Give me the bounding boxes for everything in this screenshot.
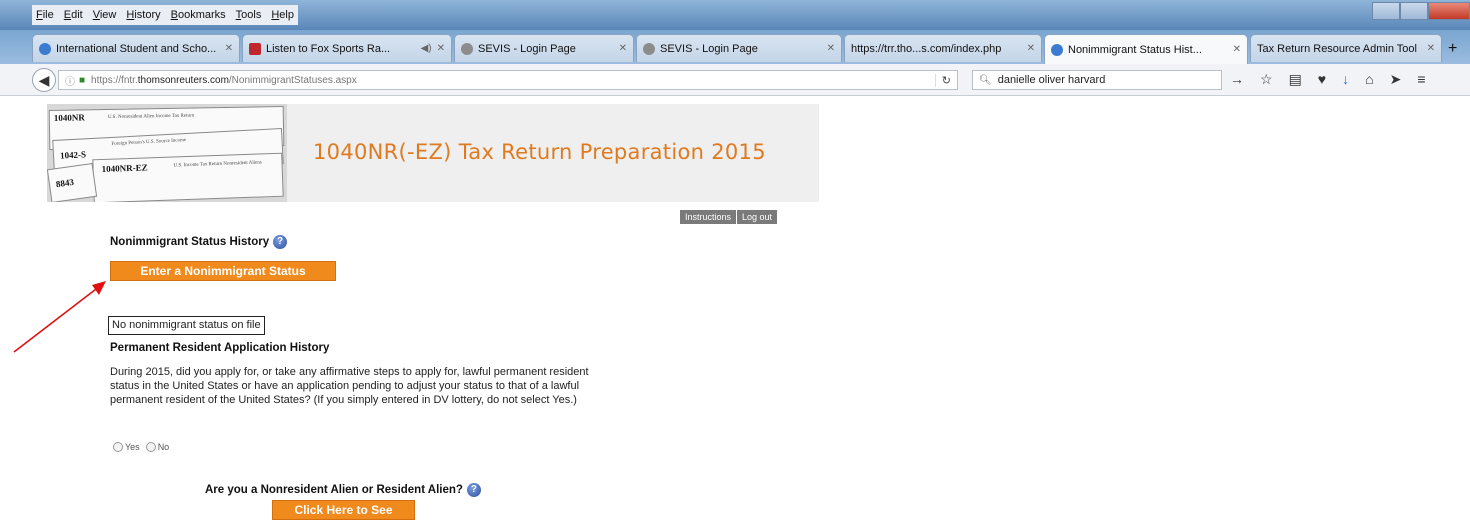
home-icon[interactable]: ⌂ — [1365, 71, 1373, 88]
tab-fox-sports[interactable]: Listen to Fox Sports Ra... ◀) ✕ — [242, 34, 452, 62]
status-history-heading: Nonimmigrant Status History? — [110, 235, 288, 249]
close-window-button[interactable] — [1428, 2, 1470, 20]
logout-link[interactable]: Log out — [737, 210, 778, 224]
tab-label: SEVIS - Login Page — [660, 42, 758, 55]
top-links: Instructions Log out — [680, 210, 778, 224]
annotation-arrow — [13, 281, 106, 353]
radio-yes-button[interactable] — [113, 442, 123, 452]
tab-trr-index[interactable]: https://trr.tho...s.com/index.php ✕ — [844, 34, 1042, 62]
menu-bookmarks[interactable]: Bookmarks — [171, 9, 226, 21]
address-bar[interactable]: ⓘ ■ https://fntr.thomsonreuters.com/Noni… — [58, 70, 958, 90]
permanent-resident-heading: Permanent Resident Application History — [110, 342, 330, 354]
alien-status-title: Are you a Nonresident Alien or Resident … — [205, 484, 463, 497]
close-tab-icon[interactable]: ✕ — [619, 43, 627, 54]
forward-arrow-icon[interactable]: → — [1230, 71, 1244, 88]
tab-tax-return-admin[interactable]: Tax Return Resource Admin Tool ✕ — [1250, 34, 1442, 62]
tab-label: Listen to Fox Sports Ra... — [266, 42, 391, 55]
permanent-resident-radio-group: Yes No — [113, 442, 169, 452]
star-icon[interactable]: ☆ — [1260, 71, 1273, 88]
url-text[interactable]: https://fntr.thomsonreuters.com/Nonimmig… — [91, 75, 935, 86]
tab-favicon-icon — [1051, 43, 1063, 56]
search-input[interactable] — [997, 74, 1218, 86]
pocket-icon[interactable]: ♥ — [1318, 71, 1326, 88]
tab-sevis-login-2[interactable]: SEVIS - Login Page ✕ — [636, 34, 842, 62]
reading-list-icon[interactable]: ▤ — [1289, 71, 1302, 88]
search-icon: 🔍︎ — [979, 74, 992, 86]
help-icon[interactable]: ? — [466, 483, 481, 497]
audio-playing-icon[interactable]: ◀) — [421, 43, 432, 54]
window-controls — [1372, 2, 1470, 20]
download-icon[interactable]: ↓ — [1342, 71, 1349, 88]
radio-no[interactable]: No — [145, 442, 170, 452]
status-empty-message: No nonimmigrant status on file — [108, 316, 265, 335]
menu-icon[interactable]: ≡ — [1417, 71, 1425, 88]
close-tab-icon[interactable]: ✕ — [1027, 43, 1035, 54]
close-tab-icon[interactable]: ✕ — [827, 43, 835, 54]
form-sublabel: U.S. Income Tax Return Nonresident Alien… — [173, 160, 262, 169]
page-title: 1040NR(-EZ) Tax Return Preparation 2015 — [313, 140, 766, 164]
close-tab-icon[interactable]: ✕ — [225, 43, 233, 54]
radio-yes[interactable]: Yes — [113, 442, 140, 452]
window-titlebar: File Edit View History Bookmarks Tools H… — [0, 0, 1470, 30]
help-icon[interactable]: ? — [273, 235, 288, 249]
app-banner: 1040NR U.S. Nonresident Alien Income Tax… — [47, 104, 819, 202]
form-sublabel: Foreign Person's U.S. Source Income — [111, 138, 187, 147]
maximize-button[interactable] — [1400, 2, 1428, 20]
instructions-link[interactable]: Instructions — [680, 210, 737, 224]
click-here-to-see-button[interactable]: Click Here to See — [272, 500, 415, 520]
search-bar[interactable]: 🔍︎ — [972, 70, 1222, 90]
close-tab-icon[interactable]: ✕ — [1427, 43, 1435, 54]
new-tab-icon[interactable]: + — [1448, 40, 1457, 58]
permanent-resident-question: During 2015, did you apply for, or take … — [110, 366, 589, 406]
radio-yes-label: Yes — [125, 442, 140, 452]
tab-label: Nonimmigrant Status Hist... — [1068, 43, 1202, 56]
tab-favicon-icon — [461, 42, 473, 55]
menu-tools[interactable]: Tools — [236, 9, 262, 21]
tab-sevis-login-1[interactable]: SEVIS - Login Page ✕ — [454, 34, 634, 62]
status-history-title: Nonimmigrant Status History — [110, 236, 270, 249]
close-tab-icon[interactable]: ✕ — [437, 43, 445, 54]
enter-nonimmigrant-status-button[interactable]: Enter a Nonimmigrant Status — [110, 261, 336, 281]
arrow-line — [13, 285, 101, 353]
tab-label: SEVIS - Login Page — [478, 42, 576, 55]
tab-label: Tax Return Resource Admin Tool — [1257, 42, 1417, 55]
tab-favicon-icon — [249, 42, 261, 55]
reload-icon[interactable]: ↻ — [934, 73, 957, 87]
tab-strip: International Student and Scho... ✕ List… — [0, 30, 1470, 64]
minimize-button[interactable] — [1372, 2, 1400, 20]
navigation-bar: ◀ ⓘ ■ https://fntr.thomsonreuters.com/No… — [0, 64, 1470, 96]
tab-label: https://trr.tho...s.com/index.php — [851, 42, 1002, 55]
form-1040nrez-sheet: 1040NR-EZ U.S. Income Tax Return Nonresi… — [92, 152, 284, 202]
send-icon[interactable]: ➤ — [1390, 71, 1402, 88]
close-tab-icon[interactable]: ✕ — [1233, 44, 1241, 55]
menu-help[interactable]: Help — [271, 9, 294, 21]
tab-favicon-icon — [643, 42, 655, 55]
toolbar-icons: → ☆ ▤ ♥ ↓ ⌂ ➤ ≡ — [1230, 71, 1425, 88]
radio-no-button[interactable] — [145, 442, 156, 452]
alien-status-heading: Are you a Nonresident Alien or Resident … — [205, 483, 481, 497]
tab-nonimmigrant-status[interactable]: Nonimmigrant Status Hist... ✕ — [1044, 34, 1248, 64]
form-sublabel: U.S. Nonresident Alien Income Tax Return — [107, 113, 195, 121]
radio-no-label: No — [157, 442, 170, 452]
arrow-head — [92, 281, 106, 295]
menu-history[interactable]: History — [126, 9, 160, 21]
